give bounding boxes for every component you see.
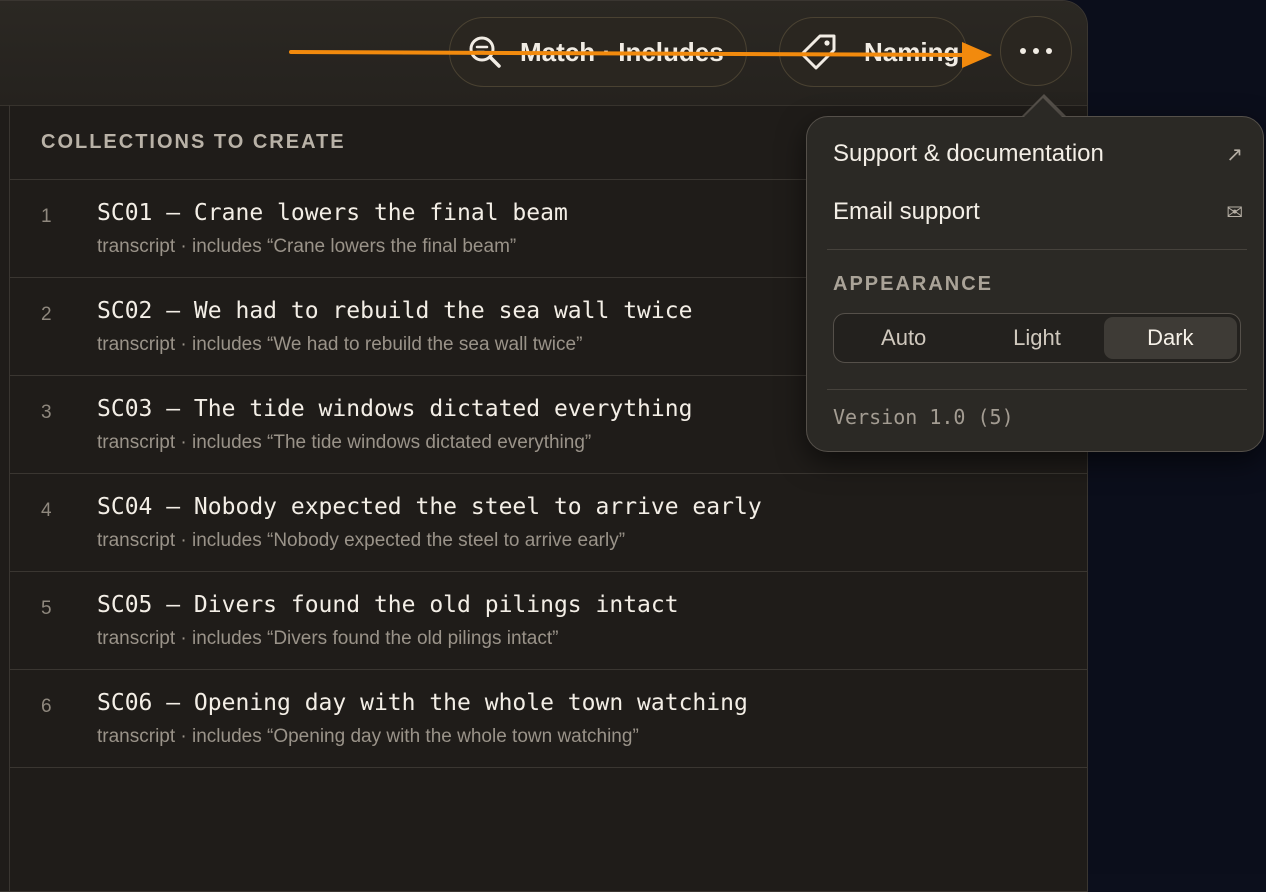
row-title: SC03 — The tide windows dictated everyth… (97, 396, 693, 422)
match-mode-label: Match · Includes (520, 36, 724, 67)
popover-divider (827, 249, 1247, 250)
list-item[interactable]: 6 SC06 — Opening day with the whole town… (9, 670, 1087, 768)
row-title: SC04 — Nobody expected the steel to arri… (97, 494, 762, 520)
appearance-option-light[interactable]: Light (970, 317, 1103, 359)
row-number: 1 (41, 206, 52, 227)
menu-item-support-docs[interactable]: Support & documentation ↗ (833, 134, 1243, 174)
row-subtitle: transcript · includes “Opening day with … (97, 726, 639, 747)
row-subtitle: transcript · includes “Nobody expected t… (97, 530, 626, 551)
row-title: SC02 — We had to rebuild the sea wall tw… (97, 298, 693, 324)
search-icon (469, 36, 501, 68)
row-number: 3 (41, 402, 52, 423)
naming-label: Naming (864, 36, 960, 67)
popover-divider (827, 389, 1247, 390)
naming-button[interactable]: Naming (779, 17, 967, 87)
row-subtitle: transcript · includes “Crane lowers the … (97, 236, 517, 257)
list-item[interactable]: 4 SC04 — Nobody expected the steel to ar… (9, 474, 1087, 572)
more-options-popover: Support & documentation ↗ Email support … (806, 98, 1264, 452)
appearance-option-auto[interactable]: Auto (837, 317, 970, 359)
row-number: 4 (41, 500, 52, 521)
more-options-button[interactable] (1000, 16, 1072, 86)
match-mode-button[interactable]: Match · Includes (449, 17, 747, 87)
row-title: SC06 — Opening day with the whole town w… (97, 690, 748, 716)
row-title: SC05 — Divers found the old pilings inta… (97, 592, 679, 618)
appearance-label: APPEARANCE (833, 273, 994, 295)
toolbar: Match · Includes Naming (0, 1, 1087, 106)
support-docs-label: Support & documentation (833, 140, 1104, 167)
menu-item-email-support[interactable]: Email support ✉ (833, 192, 1243, 232)
row-number: 6 (41, 696, 52, 717)
popover-arrow-fill (1023, 98, 1063, 118)
email-support-label: Email support (833, 198, 980, 225)
external-link-icon: ↗ (1226, 143, 1243, 166)
row-subtitle: transcript · includes “The tide windows … (97, 432, 592, 453)
appearance-option-dark[interactable]: Dark (1103, 317, 1237, 359)
list-item[interactable]: 5 SC05 — Divers found the old pilings in… (9, 572, 1087, 670)
envelope-icon: ✉ (1226, 201, 1243, 224)
row-subtitle: transcript · includes “Divers found the … (97, 628, 559, 649)
tag-icon (800, 34, 836, 70)
version-label: Version 1.0 (5) (833, 405, 1014, 429)
row-title: SC01 — Crane lowers the final beam (97, 200, 568, 226)
section-header: COLLECTIONS TO CREATE (41, 131, 346, 153)
appearance-segmented-control: Auto Light Dark (833, 313, 1241, 363)
ellipsis-icon (1020, 48, 1052, 54)
row-subtitle: transcript · includes “We had to rebuild… (97, 334, 583, 355)
row-number: 5 (41, 598, 52, 619)
row-number: 2 (41, 304, 52, 325)
